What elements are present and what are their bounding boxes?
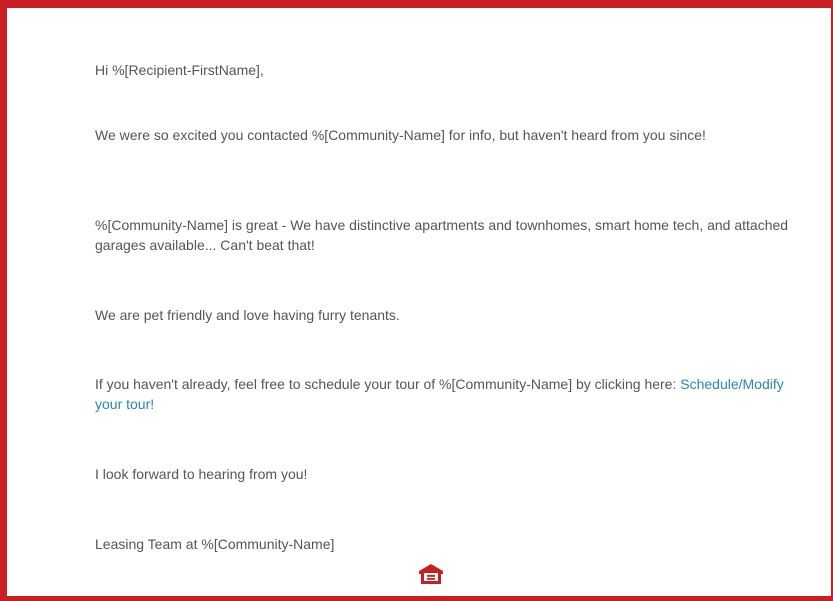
- email-frame: Hi %[Recipient-FirstName], We were so ex…: [0, 0, 833, 601]
- paragraph-closing: I look forward to hearing from you!: [95, 466, 308, 482]
- paragraph-schedule: If you haven't already, feel free to sch…: [95, 374, 795, 414]
- greeting: Hi %[Recipient-FirstName],: [95, 62, 264, 78]
- paragraph-contact: We were so excited you contacted %[Commu…: [95, 127, 706, 143]
- signature: Leasing Team at %[Community-Name]: [95, 536, 335, 552]
- equal-housing-opportunity-icon: [419, 564, 443, 584]
- paragraph-features: %[Community-Name] is great - We have dis…: [95, 217, 789, 253]
- schedule-text: If you haven't already, feel free to sch…: [95, 376, 681, 392]
- paragraph-pets: We are pet friendly and love having furr…: [95, 307, 400, 323]
